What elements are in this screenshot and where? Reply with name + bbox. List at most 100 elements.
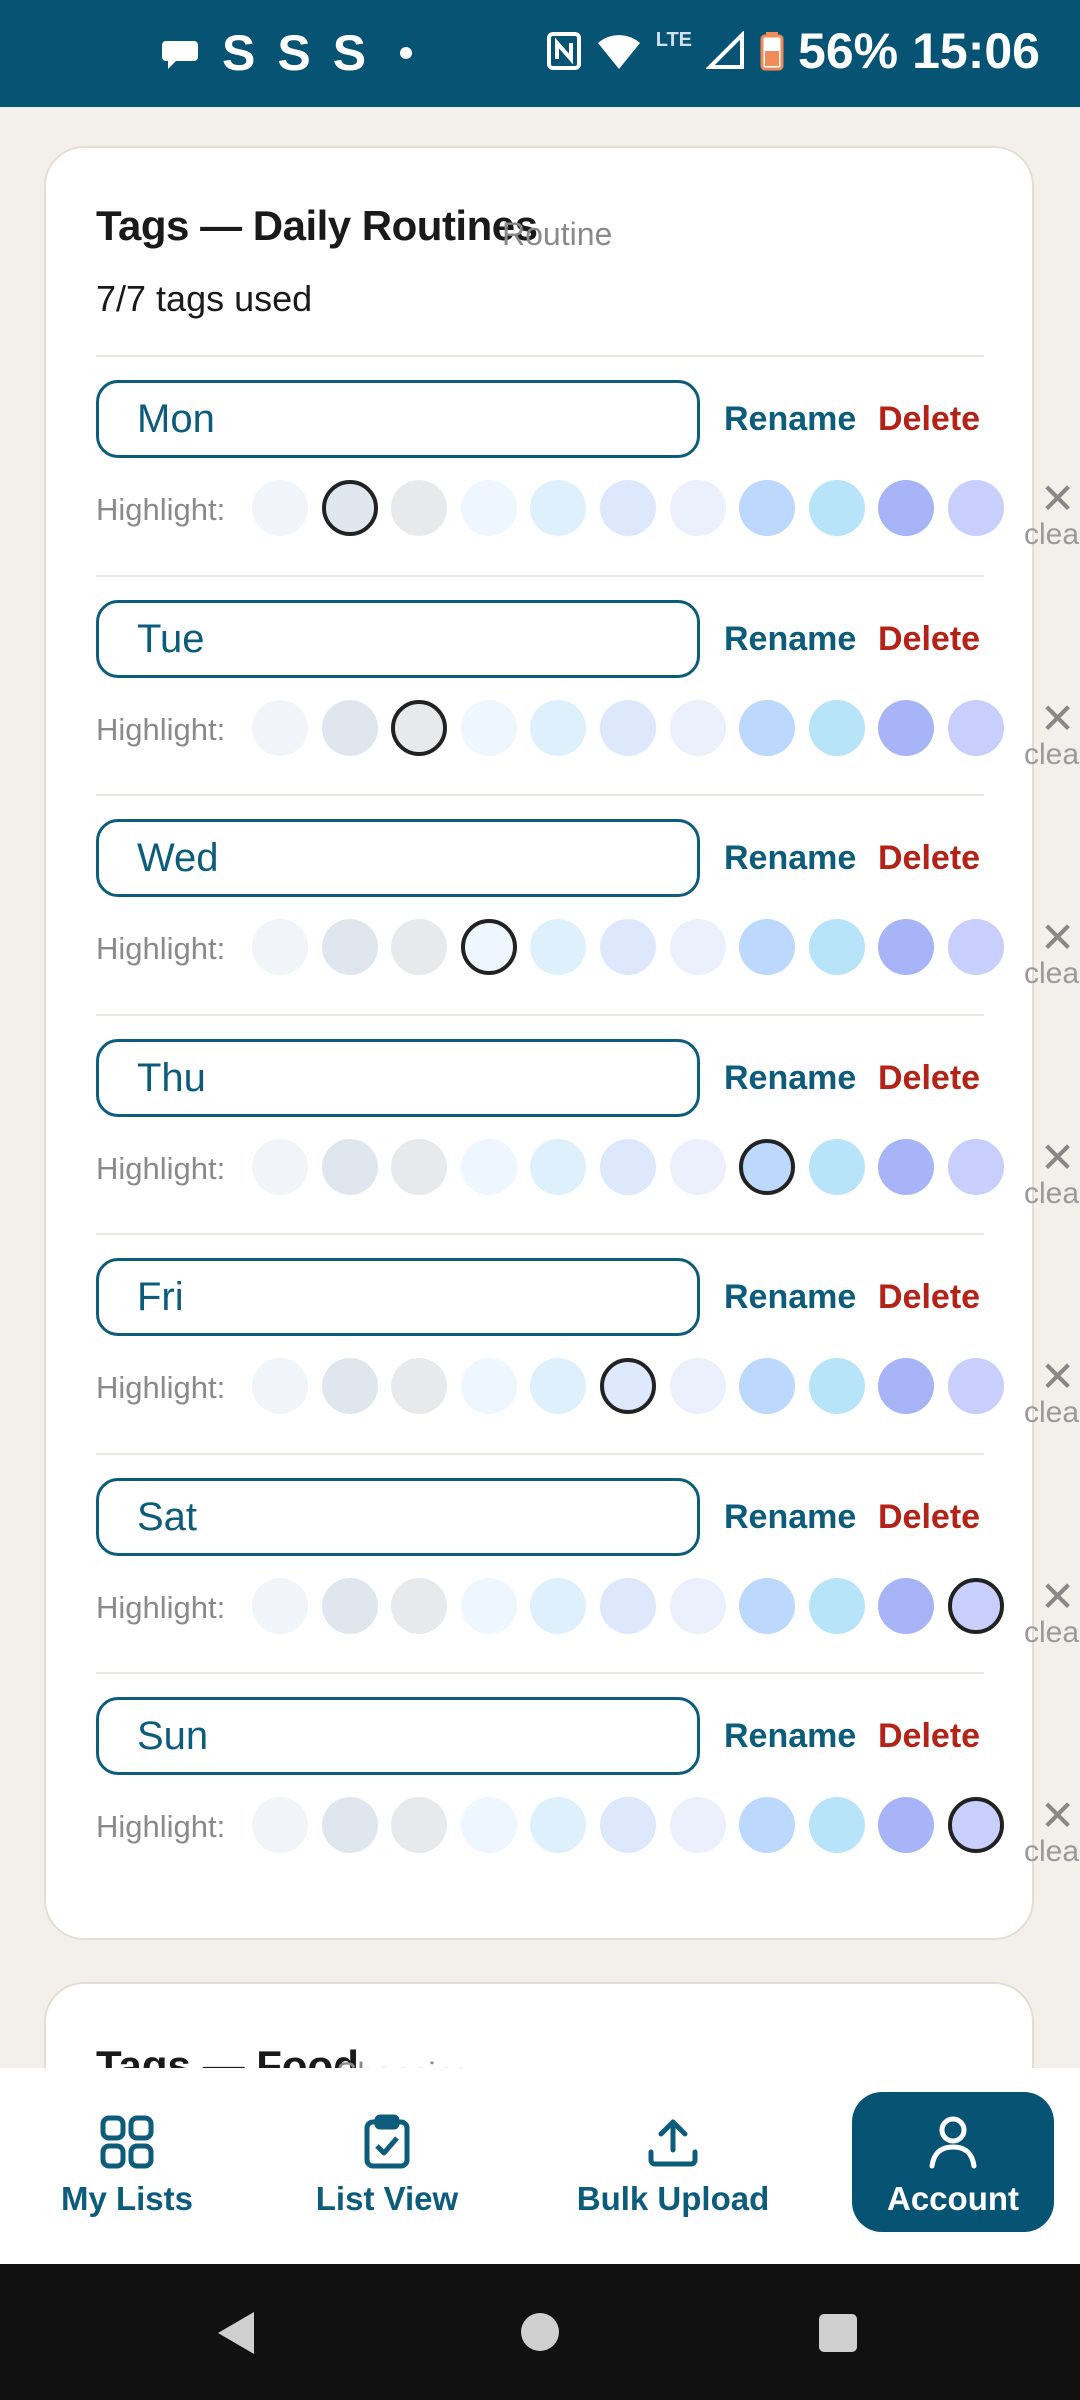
clear-highlight-icon[interactable]: ✕ bbox=[1040, 1795, 1075, 1837]
tag-name-input[interactable]: Thu bbox=[96, 1038, 700, 1117]
tag-name-input[interactable]: Sun bbox=[96, 1697, 700, 1775]
delete-button[interactable]: Delete bbox=[878, 400, 980, 439]
home-icon[interactable] bbox=[520, 2312, 560, 2352]
highlight-swatch[interactable] bbox=[669, 1577, 726, 1634]
highlight-swatch[interactable] bbox=[252, 1577, 308, 1634]
highlight-swatch[interactable] bbox=[321, 699, 378, 756]
highlight-swatch[interactable] bbox=[600, 1797, 656, 1853]
highlight-swatch[interactable] bbox=[739, 1138, 796, 1195]
highlight-swatch[interactable] bbox=[321, 919, 378, 975]
clear-highlight-label[interactable]: clear bbox=[1024, 1177, 1080, 1211]
highlight-swatch[interactable] bbox=[948, 1138, 1004, 1195]
highlight-swatch[interactable] bbox=[391, 1358, 448, 1414]
highlight-swatch[interactable] bbox=[948, 919, 1004, 975]
delete-button[interactable]: Delete bbox=[878, 1717, 980, 1756]
nav-list-view[interactable]: List View bbox=[280, 2068, 494, 2264]
highlight-swatch[interactable] bbox=[530, 1797, 587, 1853]
delete-button[interactable]: Delete bbox=[878, 1059, 980, 1098]
highlight-swatch[interactable] bbox=[878, 1138, 935, 1195]
highlight-swatch[interactable] bbox=[878, 480, 935, 536]
clear-highlight-icon[interactable]: ✕ bbox=[1040, 697, 1075, 740]
highlight-swatch[interactable] bbox=[739, 1358, 796, 1414]
tag-name-input[interactable]: Mon bbox=[96, 380, 700, 458]
back-icon[interactable] bbox=[216, 2310, 256, 2356]
nav-account[interactable]: Account bbox=[852, 2068, 1054, 2264]
highlight-swatch[interactable] bbox=[948, 1797, 1004, 1853]
clear-highlight-icon[interactable]: ✕ bbox=[1040, 1136, 1075, 1179]
clear-highlight-icon[interactable]: ✕ bbox=[1040, 917, 1075, 959]
highlight-swatch[interactable] bbox=[669, 1797, 726, 1853]
highlight-swatch[interactable] bbox=[808, 699, 865, 756]
rename-button[interactable]: Rename bbox=[724, 839, 856, 878]
rename-button[interactable]: Rename bbox=[724, 1498, 856, 1537]
highlight-swatch[interactable] bbox=[460, 480, 517, 536]
highlight-swatch[interactable] bbox=[739, 699, 796, 756]
clear-highlight-label[interactable]: clear bbox=[1024, 738, 1080, 772]
highlight-swatch[interactable] bbox=[252, 1138, 308, 1195]
highlight-swatch[interactable] bbox=[391, 1577, 448, 1634]
highlight-swatch[interactable] bbox=[252, 1358, 308, 1414]
highlight-swatch[interactable] bbox=[460, 919, 517, 975]
highlight-swatch[interactable] bbox=[391, 919, 448, 975]
highlight-swatch[interactable] bbox=[391, 1797, 448, 1853]
highlight-swatch[interactable] bbox=[321, 1797, 378, 1853]
clear-highlight-label[interactable]: clear bbox=[1024, 1835, 1080, 1869]
nav-bulk-upload[interactable]: Bulk Upload bbox=[560, 2068, 786, 2264]
highlight-swatch[interactable] bbox=[321, 480, 378, 536]
highlight-swatch[interactable] bbox=[391, 1138, 448, 1195]
highlight-swatch[interactable] bbox=[530, 699, 587, 756]
tag-name-input[interactable]: Wed bbox=[96, 819, 700, 897]
highlight-swatch[interactable] bbox=[600, 1577, 656, 1634]
highlight-swatch[interactable] bbox=[669, 1358, 726, 1414]
highlight-swatch[interactable] bbox=[669, 1138, 726, 1195]
clear-highlight-icon[interactable]: ✕ bbox=[1040, 1356, 1075, 1398]
highlight-swatch[interactable] bbox=[878, 1577, 935, 1634]
highlight-swatch[interactable] bbox=[530, 1138, 587, 1195]
highlight-swatch[interactable] bbox=[878, 699, 935, 756]
clear-highlight-icon[interactable]: ✕ bbox=[1040, 1575, 1075, 1618]
highlight-swatch[interactable] bbox=[600, 699, 656, 756]
highlight-swatch[interactable] bbox=[460, 1138, 517, 1195]
rename-button[interactable]: Rename bbox=[724, 400, 856, 439]
highlight-swatch[interactable] bbox=[530, 919, 587, 975]
delete-button[interactable]: Delete bbox=[878, 620, 980, 659]
highlight-swatch[interactable] bbox=[600, 1358, 656, 1414]
highlight-swatch[interactable] bbox=[878, 1797, 935, 1853]
clear-highlight-icon[interactable]: ✕ bbox=[1040, 478, 1075, 520]
highlight-swatch[interactable] bbox=[669, 919, 726, 975]
highlight-swatch[interactable] bbox=[600, 1138, 656, 1195]
highlight-swatch[interactable] bbox=[460, 1358, 517, 1414]
highlight-swatch[interactable] bbox=[530, 480, 587, 536]
highlight-swatch[interactable] bbox=[739, 1797, 796, 1853]
highlight-swatch[interactable] bbox=[948, 1358, 1004, 1414]
highlight-swatch[interactable] bbox=[808, 1138, 865, 1195]
highlight-swatch[interactable] bbox=[600, 480, 656, 536]
highlight-swatch[interactable] bbox=[321, 1138, 378, 1195]
highlight-swatch[interactable] bbox=[808, 1358, 865, 1414]
clear-highlight-label[interactable]: clear bbox=[1024, 957, 1080, 991]
tag-name-input[interactable]: Fri bbox=[96, 1258, 700, 1336]
highlight-swatch[interactable] bbox=[460, 1797, 517, 1853]
highlight-swatch[interactable] bbox=[878, 1358, 935, 1414]
highlight-swatch[interactable] bbox=[948, 480, 1004, 536]
clear-highlight-label[interactable]: clear bbox=[1024, 1396, 1080, 1430]
highlight-swatch[interactable] bbox=[391, 699, 448, 756]
highlight-swatch[interactable] bbox=[808, 480, 865, 536]
tag-name-input[interactable]: Sat bbox=[96, 1477, 700, 1556]
highlight-swatch[interactable] bbox=[460, 1577, 517, 1634]
rename-button[interactable]: Rename bbox=[724, 620, 856, 659]
highlight-swatch[interactable] bbox=[878, 919, 935, 975]
recents-icon[interactable] bbox=[818, 2313, 858, 2353]
highlight-swatch[interactable] bbox=[252, 480, 308, 536]
rename-button[interactable]: Rename bbox=[724, 1717, 856, 1756]
highlight-swatch[interactable] bbox=[669, 480, 726, 536]
highlight-swatch[interactable] bbox=[252, 699, 308, 756]
highlight-swatch[interactable] bbox=[739, 1577, 796, 1634]
highlight-swatch[interactable] bbox=[460, 699, 517, 756]
rename-button[interactable]: Rename bbox=[724, 1278, 856, 1317]
highlight-swatch[interactable] bbox=[739, 919, 796, 975]
tag-name-input[interactable]: Tue bbox=[96, 599, 700, 678]
highlight-swatch[interactable] bbox=[808, 919, 865, 975]
clear-highlight-label[interactable]: clear bbox=[1024, 518, 1080, 552]
highlight-swatch[interactable] bbox=[252, 1797, 308, 1853]
